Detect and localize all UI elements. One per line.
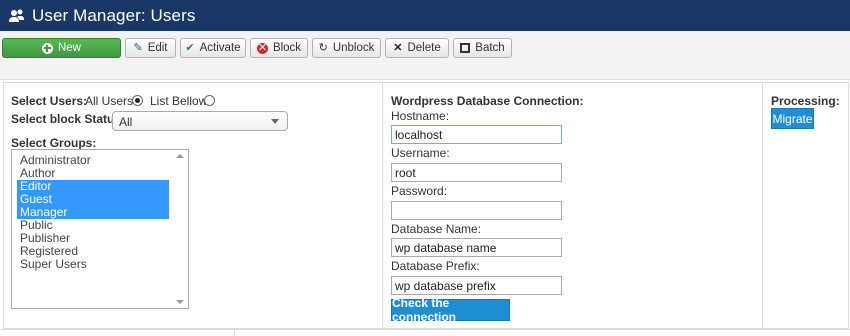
list-bellow-label: List Bellow bbox=[150, 94, 208, 108]
database-name-field[interactable]: wp database name bbox=[391, 238, 562, 257]
database-prefix-field[interactable]: wp database prefix bbox=[391, 276, 562, 295]
username-label: Username: bbox=[391, 146, 450, 160]
scroll-down-icon[interactable] bbox=[176, 300, 184, 304]
processing-heading: Processing: bbox=[771, 94, 840, 108]
delete-label: Delete bbox=[407, 42, 441, 54]
batch-button[interactable]: Batch bbox=[453, 38, 512, 58]
password-label: Password: bbox=[391, 184, 448, 198]
scroll-up-icon[interactable] bbox=[176, 154, 184, 158]
select-groups-label: Select Groups: bbox=[11, 136, 97, 150]
batch-label: Batch bbox=[475, 42, 505, 54]
footer-separator bbox=[234, 330, 235, 336]
new-button[interactable]: New bbox=[2, 38, 121, 58]
unblock-label: Unblock bbox=[332, 42, 375, 54]
migrate-button[interactable]: Migrate bbox=[771, 108, 814, 129]
block-status-label: Select block Status: bbox=[11, 112, 126, 126]
check-icon: ✔ bbox=[185, 41, 195, 54]
delete-x-icon: ✕ bbox=[393, 41, 403, 54]
block-icon: ✕ bbox=[256, 41, 268, 54]
page-header: User Manager: Users bbox=[0, 0, 850, 31]
edit-icon: ✎ bbox=[133, 41, 143, 54]
page-title: User Manager: Users bbox=[32, 5, 196, 25]
database-prefix-label: Database Prefix: bbox=[391, 259, 480, 273]
activate-button[interactable]: ✔ Activate bbox=[180, 38, 246, 58]
chevron-down-icon bbox=[271, 119, 279, 124]
delete-button[interactable]: ✕ Delete bbox=[385, 38, 449, 58]
block-label: Block bbox=[272, 42, 302, 54]
group-option[interactable]: Super Users bbox=[17, 258, 169, 271]
list-bellow-radio[interactable] bbox=[204, 95, 215, 106]
edit-label: Edit bbox=[147, 42, 168, 54]
block-button[interactable]: ✕ Block bbox=[250, 38, 308, 58]
column-divider bbox=[382, 83, 383, 328]
check-connection-button[interactable]: Check the connection bbox=[391, 296, 510, 324]
wp-connection-heading: Wordpress Database Connection: bbox=[391, 94, 584, 108]
column-divider bbox=[762, 83, 763, 328]
toolbar: New ✎ Edit ✔ Activate ✕ Block ↻ Unblock … bbox=[0, 31, 850, 80]
batch-square-icon bbox=[460, 43, 471, 53]
block-status-value: All bbox=[119, 115, 133, 129]
password-field[interactable] bbox=[391, 201, 562, 220]
footer-divider bbox=[0, 329, 850, 336]
username-field[interactable]: root bbox=[391, 163, 562, 182]
select-users-label: Select Users: bbox=[11, 94, 88, 108]
database-name-label: Database Name: bbox=[391, 222, 482, 236]
new-label: New bbox=[57, 42, 81, 54]
hostname-label: Hostname: bbox=[391, 109, 450, 123]
hostname-field[interactable]: localhost bbox=[391, 125, 562, 144]
block-status-select[interactable]: All bbox=[112, 111, 288, 131]
groups-listbox[interactable]: Administrator Author Editor Guest Manage… bbox=[11, 149, 189, 309]
unblock-button[interactable]: ↻ Unblock bbox=[312, 38, 381, 58]
redo-arrow-icon: ↻ bbox=[318, 41, 328, 54]
edit-button[interactable]: ✎ Edit bbox=[125, 38, 176, 58]
all-users-radio[interactable] bbox=[132, 95, 143, 106]
activate-label: Activate bbox=[199, 42, 241, 54]
plus-circle-icon bbox=[41, 42, 53, 54]
all-users-label: All Users bbox=[85, 94, 134, 108]
users-icon bbox=[8, 8, 26, 24]
